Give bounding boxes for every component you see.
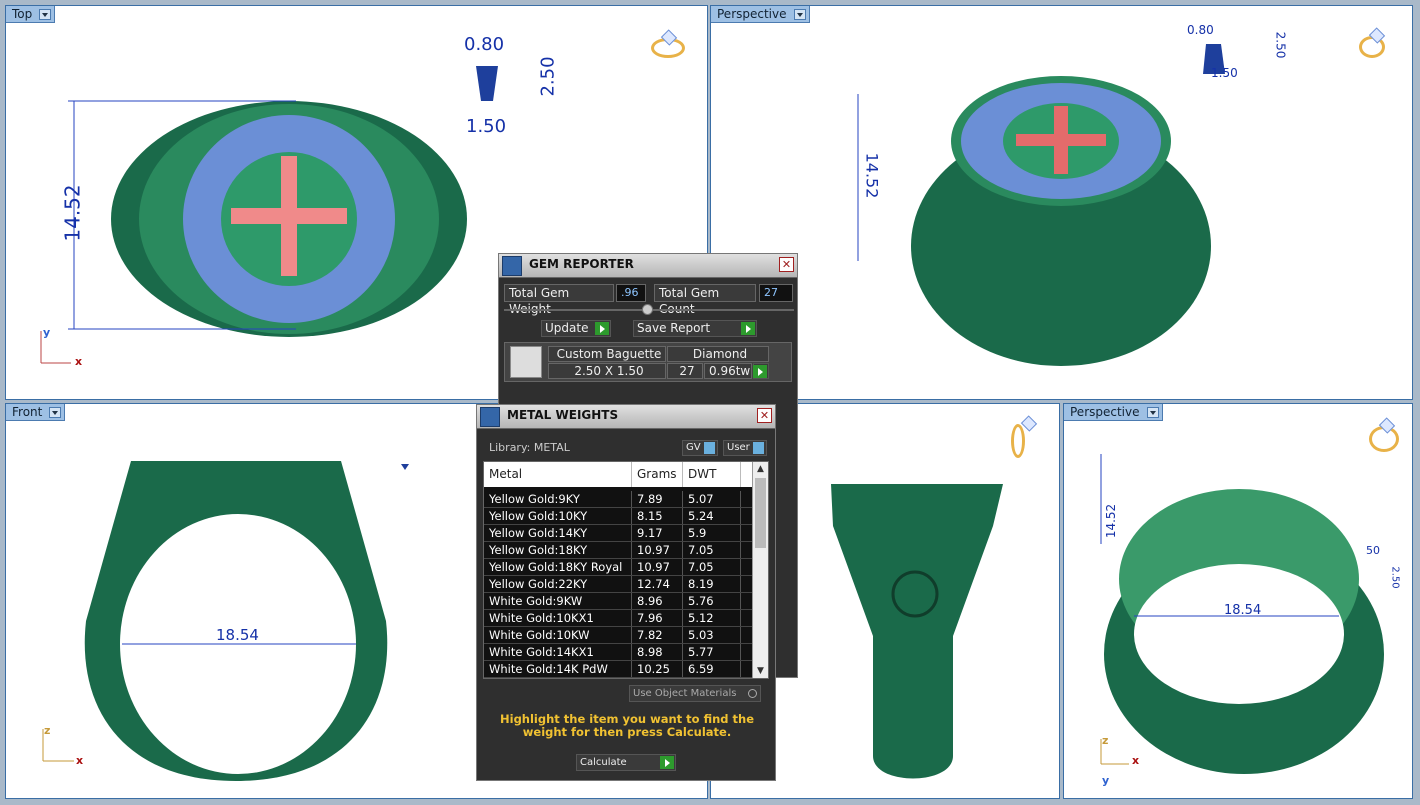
viewport-perspective-1[interactable]: Perspective 14.52 0.80 2.50 1.50 [710, 5, 1413, 400]
axis-x: x [1132, 754, 1140, 767]
axis-y: y [1102, 774, 1110, 787]
axis-z: z [1102, 734, 1109, 747]
play-icon [741, 322, 755, 335]
user-toggle[interactable]: User [723, 440, 767, 456]
ring-model-perspective-2 [1100, 454, 1384, 774]
use-object-materials-toggle[interactable]: Use Object Materials [629, 685, 761, 702]
metal-weights-title-bar[interactable]: METAL WEIGHTS ✕ [477, 405, 775, 429]
dim-base: 1.50 [466, 116, 507, 137]
gem-row[interactable]: Custom Baguette Diamond 2.50 X 1.50 27 0… [504, 342, 792, 382]
gem-reporter-title: GEM REPORTER [529, 257, 634, 271]
ring-thumbnail-icon [651, 38, 685, 58]
info-icon [753, 442, 764, 454]
axis-z: z [44, 724, 51, 737]
info-icon [704, 442, 715, 454]
scrollbar[interactable]: ▲ ▼ [752, 462, 768, 678]
table-row[interactable]: Yellow Gold:9KY 7.89 5.07 [484, 491, 768, 508]
viewport-perspective-2[interactable]: Perspective 14.52 18.54 50 2.50 z x y [1063, 403, 1413, 799]
gem-row-go-button[interactable] [753, 363, 769, 379]
table-row[interactable]: Yellow Gold:10KY 8.15 5.24 [484, 508, 768, 525]
total-gem-count-label: Total Gem Count [654, 284, 756, 316]
instruction-text: Highlight the item you want to find the … [500, 712, 754, 739]
play-icon [753, 365, 767, 378]
dim-length-perspective: 14.52 [862, 152, 882, 199]
total-gem-weight-label: Total Gem Weight [504, 284, 614, 316]
play-icon [660, 756, 674, 769]
gem-shape: Custom Baguette [548, 346, 666, 362]
table-row[interactable]: Yellow Gold:22KY 12.74 8.19 [484, 576, 768, 593]
table-row[interactable]: White Gold:10KW 7.82 5.03 [484, 627, 768, 644]
dim-length: 14.52 [60, 184, 85, 242]
metal-table-header: Metal Grams DWT [484, 462, 768, 487]
dim-height: 2.50 [537, 56, 559, 97]
gem-shape-icon [510, 346, 542, 378]
ring-thumbnail-icon [1011, 424, 1025, 458]
table-row[interactable]: White Gold:14K PdW 10.25 6.59 [484, 661, 768, 678]
table-row[interactable]: Yellow Gold:14KY 9.17 5.9 [484, 525, 768, 542]
dim-height-perspective: 2.50 [1273, 31, 1288, 59]
dim-length-perspective-2: 14.52 [1104, 503, 1119, 539]
dim-inner-perspective-2: 18.54 [1224, 603, 1262, 618]
ring-thumbnail-icon [1359, 36, 1385, 58]
col-dwt[interactable]: DWT [683, 462, 741, 487]
scrollbar-thumb[interactable] [755, 478, 766, 548]
dim-inner-diameter: 18.54 [216, 626, 259, 644]
metal-table[interactable]: Metal Grams DWT Yellow Gold:9KY 7.89 5.07 … [483, 461, 769, 679]
table-row[interactable]: White Gold:10KX1 7.96 5.12 [484, 610, 768, 627]
table-row[interactable]: Yellow Gold:18KY 10.97 7.05 [484, 542, 768, 559]
gem-material: Diamond [667, 346, 769, 362]
update-button[interactable]: Update [541, 320, 611, 337]
gem-count: 27 [667, 363, 703, 379]
calculate-button[interactable]: Calculate [576, 754, 676, 771]
dim-a-perspective-2: 50 [1366, 544, 1380, 557]
col-metal[interactable]: Metal [484, 462, 632, 487]
axis-y: y [43, 326, 51, 339]
metal-weights-panel: METAL WEIGHTS ✕ Library: METAL GV User Me… [476, 404, 776, 781]
metal-weights-icon [480, 407, 500, 427]
close-icon[interactable]: ✕ [757, 408, 772, 423]
axis-x: x [75, 355, 83, 368]
ring-thumbnail-icon [1369, 426, 1399, 452]
metal-weights-title: METAL WEIGHTS [507, 408, 619, 422]
gv-toggle[interactable]: GV [682, 440, 718, 456]
axis-x: x [76, 754, 84, 767]
gem-reporter-title-bar[interactable]: GEM REPORTER ✕ [499, 254, 797, 278]
ring-model-perspective [857, 44, 1225, 366]
save-report-button[interactable]: Save Report [633, 320, 757, 337]
table-row[interactable]: Yellow Gold:18KY Royal 10.97 7.05 [484, 559, 768, 576]
dim-width-perspective: 0.80 [1187, 23, 1214, 37]
metal-rows: Yellow Gold:9KY 7.89 5.07 Yellow Gold:10KY… [484, 487, 768, 678]
gem-reporter-icon [502, 256, 522, 276]
library-label: Library: METAL [489, 441, 570, 454]
gem-weight: 0.96tw [704, 363, 752, 379]
dim-width: 0.80 [464, 34, 505, 55]
table-row[interactable]: White Gold:9KW 8.96 5.76 [484, 593, 768, 610]
gem-size: 2.50 X 1.50 [548, 363, 666, 379]
table-row[interactable]: White Gold:14KX1 8.98 5.77 [484, 644, 768, 661]
total-gem-weight-value: .96 [616, 284, 646, 302]
scroll-down-icon[interactable]: ▼ [757, 666, 764, 676]
radio-icon [748, 689, 757, 698]
dim-b-perspective-2: 2.50 [1389, 566, 1401, 589]
col-grams[interactable]: Grams [632, 462, 683, 487]
total-gem-count-value: 27 [759, 284, 793, 302]
scroll-up-icon[interactable]: ▲ [757, 464, 764, 474]
play-icon [595, 322, 609, 335]
close-icon[interactable]: ✕ [779, 257, 794, 272]
slider-handle[interactable] [642, 304, 653, 315]
dim-base-perspective: 1.50 [1211, 66, 1238, 80]
